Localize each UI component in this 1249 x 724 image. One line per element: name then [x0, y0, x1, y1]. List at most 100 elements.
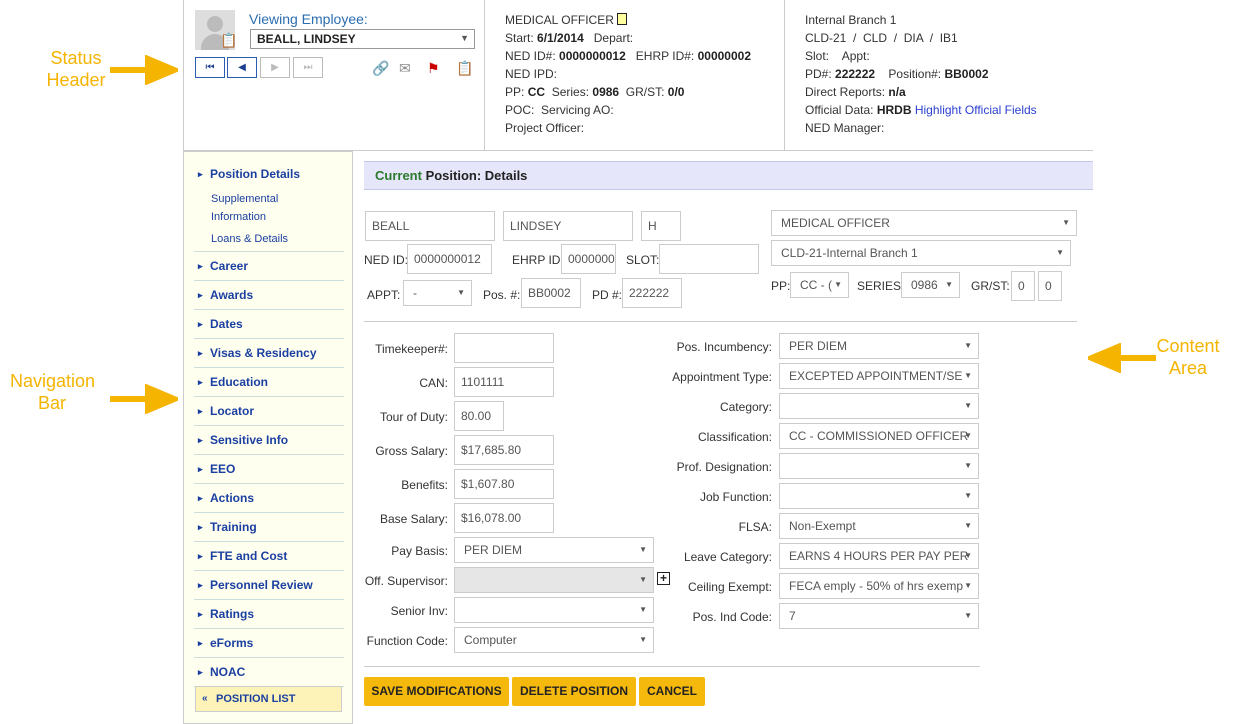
official-data-line: Official Data: HRDB Highlight Official F…	[805, 101, 1037, 119]
can-label: CAN:	[419, 376, 448, 390]
sidebar-item-noac[interactable]: NOAC	[194, 658, 344, 687]
timekeeper-input[interactable]	[454, 333, 554, 363]
prof-designation-select[interactable]	[779, 453, 979, 479]
category-select[interactable]	[779, 393, 979, 419]
tour-of-duty-input[interactable]: 80.00	[454, 401, 504, 431]
prof-designation-label: Prof. Designation:	[676, 460, 772, 474]
ehrp-id-input[interactable]: 0000000	[561, 244, 616, 274]
sidebar-item-eforms[interactable]: eForms	[194, 629, 344, 658]
off-supervisor-select[interactable]	[454, 567, 654, 593]
pos-ind-code-label: Pos. Ind Code:	[692, 610, 772, 624]
flag-icon[interactable]: ⚑	[427, 60, 440, 76]
sidebar-item-personnel-review[interactable]: Personnel Review	[194, 571, 344, 600]
job-function-select[interactable]	[779, 483, 979, 509]
benefits-label: Benefits:	[401, 478, 448, 492]
clipboard-icon[interactable]: 📋	[220, 32, 237, 49]
sidebar-item-position-details[interactable]: Position Details	[194, 160, 344, 189]
notes-icon[interactable]: 📋	[456, 60, 473, 76]
first-record-button[interactable]: ⏮	[195, 57, 225, 78]
form-bottom-divider	[364, 666, 980, 667]
previous-record-button[interactable]: ◀	[227, 57, 257, 78]
step-input[interactable]: 0	[1038, 271, 1062, 301]
position-summary: MEDICAL OFFICER Start: 6/1/2014 Depart: …	[505, 11, 751, 137]
note-icon[interactable]	[617, 13, 628, 25]
series-select[interactable]: 0986	[901, 272, 960, 298]
sidebar-item-fte-cost[interactable]: FTE and Cost	[194, 542, 344, 571]
sidebar-item-eeo[interactable]: EEO	[194, 455, 344, 484]
pos-ind-code-select[interactable]: 7	[779, 603, 979, 629]
sidebar-subitem-label: Supplemental	[211, 193, 279, 205]
sidebar-item-dates[interactable]: Dates	[194, 310, 344, 339]
ehrp-id-field-label: EHRP ID:	[512, 253, 564, 267]
sidebar-item-locator[interactable]: Locator	[194, 397, 344, 426]
function-code-select[interactable]: Computer	[454, 627, 654, 653]
appt-select[interactable]: -	[403, 280, 472, 306]
sidebar-item-ratings[interactable]: Ratings	[194, 600, 344, 629]
sidebar-item-sensitive-info[interactable]: Sensitive Info	[194, 426, 344, 455]
grade-input[interactable]: 0	[1011, 271, 1035, 301]
sidebar-subitem-loans-details[interactable]: Loans & Details	[211, 230, 288, 248]
can-input[interactable]: 1101111	[454, 367, 554, 397]
header-divider	[484, 0, 485, 151]
benefits-input[interactable]: $1,607.80	[454, 469, 554, 499]
organization-select[interactable]: CLD-21-Internal Branch 1	[771, 240, 1071, 266]
senior-inv-select[interactable]	[454, 597, 654, 623]
project-officer-label: Project Officer:	[505, 121, 585, 135]
position-title-select[interactable]: MEDICAL OFFICER	[771, 210, 1077, 236]
header-title: Position: Details	[421, 168, 528, 183]
leave-category-select[interactable]: EARNS 4 HOURS PER PAY PER	[779, 543, 979, 569]
chevron-down-icon: ▼	[460, 33, 469, 43]
ned-id-label: NED ID#:	[505, 49, 556, 63]
sidebar-item-awards[interactable]: Awards	[194, 281, 344, 310]
function-code-label: Function Code:	[366, 634, 448, 648]
classification-label: Classification:	[697, 430, 772, 444]
email-icon[interactable]: ✉	[399, 60, 411, 76]
flsa-select[interactable]: Non-Exempt	[779, 513, 979, 539]
ned-id-input[interactable]: 0000000012	[407, 244, 492, 274]
pos-number-field-label: Pos. #:	[483, 288, 521, 302]
pay-basis-label: Pay Basis:	[391, 544, 448, 558]
pay-basis-select[interactable]: PER DIEM	[454, 537, 654, 563]
branch-name: Internal Branch 1	[805, 13, 897, 27]
highlight-official-fields-link[interactable]: Highlight Official Fields	[915, 103, 1037, 117]
classification-select[interactable]: CC - COMMISSIONED OFFICER	[779, 423, 979, 449]
ned-ipd-label: NED IPD:	[505, 67, 558, 81]
start-label: Start:	[505, 31, 534, 45]
next-record-button[interactable]: ▶	[260, 57, 290, 78]
ned-manager-label: NED Manager:	[805, 121, 885, 135]
last-record-button[interactable]: ⏭	[293, 57, 323, 78]
employee-select[interactable]: BEALL, LINDSEY ▼	[250, 29, 475, 49]
start-value: 6/1/2014	[537, 31, 584, 45]
appt-field-label: APPT:	[367, 288, 401, 302]
sidebar-item-education[interactable]: Education	[194, 368, 344, 397]
ceiling-exempt-select[interactable]: FECA emply - 50% of hrs exemp	[779, 573, 979, 599]
sidebar-item-training[interactable]: Training	[194, 513, 344, 542]
sidebar-item-actions[interactable]: Actions	[194, 484, 344, 513]
pd-number-input[interactable]: 222222	[622, 278, 682, 308]
save-modifications-button[interactable]: SAVE MODIFICATIONS	[364, 677, 509, 706]
grst-value: 0/0	[667, 85, 685, 99]
delete-position-button[interactable]: DELETE POSITION	[512, 677, 636, 706]
sidebar-item-career[interactable]: Career	[194, 252, 344, 281]
position-list-button[interactable]: « POSITION LIST	[195, 686, 342, 712]
base-salary-input[interactable]: $16,078.00	[454, 503, 554, 533]
first-name-input[interactable]: LINDSEY	[503, 211, 633, 241]
attachment-icon[interactable]: 🔗	[372, 60, 389, 76]
pp-value: CC	[527, 85, 546, 99]
pp-select[interactable]: CC - (	[790, 272, 849, 298]
cancel-button[interactable]: CANCEL	[639, 677, 705, 706]
sidebar-item-visas-residency[interactable]: Visas & Residency	[194, 339, 344, 368]
pos-incumbency-select[interactable]: PER DIEM	[779, 333, 979, 359]
middle-initial-input[interactable]: H	[641, 211, 681, 241]
pp-label: PP:	[505, 85, 525, 99]
sidebar-subitem-supplemental[interactable]: Supplemental Information	[211, 190, 278, 226]
series-field-label: SERIES:	[857, 279, 905, 293]
gross-salary-input[interactable]: $17,685.80	[454, 435, 554, 465]
poc-label: POC:	[505, 103, 535, 117]
slot-input[interactable]	[659, 244, 759, 274]
start-line: Start: 6/1/2014 Depart:	[505, 29, 751, 47]
appointment-type-select[interactable]: EXCEPTED APPOINTMENT/SE	[779, 363, 979, 389]
last-name-input[interactable]: BEALL	[365, 211, 495, 241]
pos-number-input[interactable]: BB0002	[521, 278, 581, 308]
pd-number-field-label: PD #:	[592, 288, 623, 302]
